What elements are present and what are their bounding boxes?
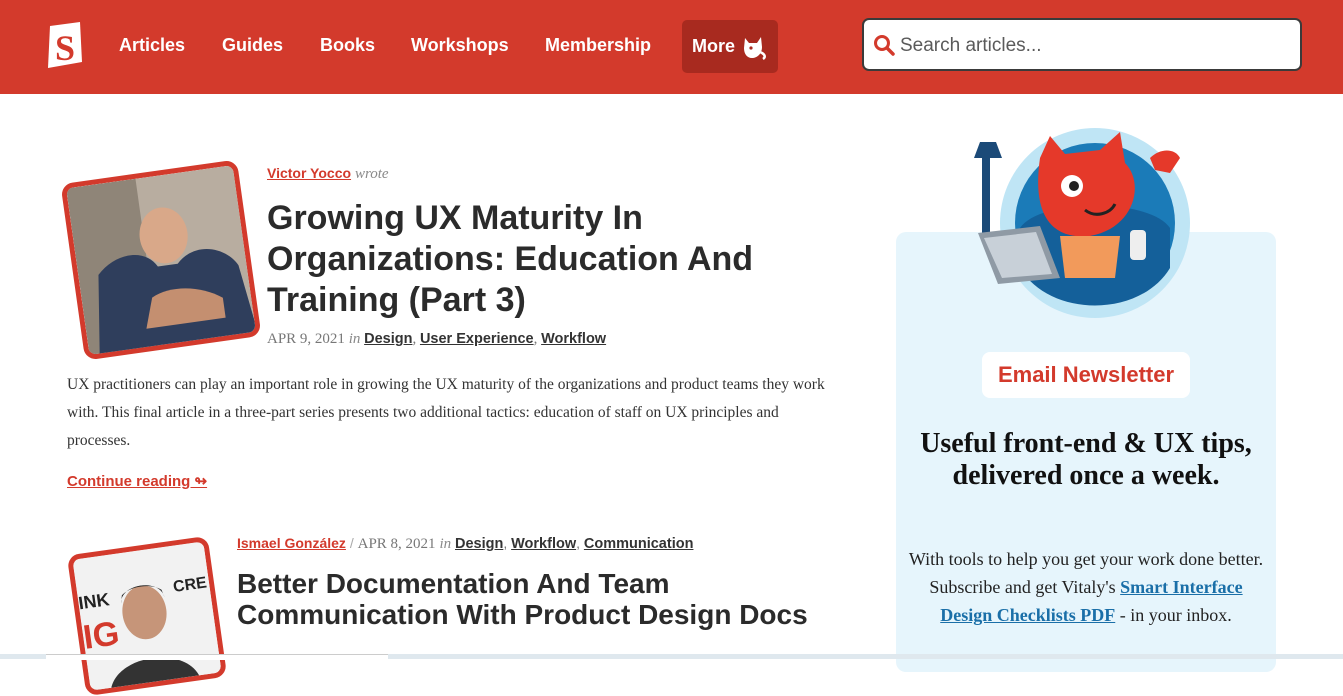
article-author-line: Ismael González / APR 8, 2021 in Design,… [237, 535, 694, 552]
svg-text:IG: IG [81, 614, 122, 657]
newsletter-mascot-illustration [974, 128, 1190, 318]
article-title[interactable]: Better Documentation And Team Communicat… [237, 568, 837, 630]
author-link[interactable]: Victor Yocco [267, 165, 351, 181]
author-photo: INK CRE IG [72, 541, 224, 693]
smashing-s-logo-icon[interactable]: S [44, 22, 86, 70]
cat-icon [744, 37, 766, 60]
nav-workshops[interactable]: Workshops [411, 35, 509, 59]
nav-more-button[interactable]: More [682, 20, 778, 73]
article-meta: APR 9, 2021 in Design, User Experience, … [267, 331, 607, 347]
search-box[interactable] [862, 18, 1302, 71]
category-link[interactable]: Communication [584, 536, 694, 552]
nav-articles[interactable]: Articles [119, 35, 185, 59]
category-link[interactable]: Workflow [541, 331, 606, 347]
nav-guides[interactable]: Guides [222, 35, 283, 59]
category-link[interactable]: User Experience [420, 331, 534, 347]
article-excerpt: UX practitioners can play an important r… [67, 376, 825, 449]
search-input[interactable] [898, 28, 1292, 64]
in-label: in [439, 536, 452, 552]
article-author-line: Victor Yocco wrote [267, 165, 389, 183]
article-title[interactable]: Growing UX Maturity In Organizations: Ed… [267, 198, 807, 321]
svg-text:S: S [55, 28, 75, 68]
nav-membership[interactable]: Membership [545, 35, 651, 59]
top-navigation-bar: S Articles Guides Books Workshops Member… [0, 0, 1343, 94]
author-suffix: wrote [354, 166, 389, 182]
author-photo [66, 164, 259, 357]
meta-separator: / [349, 535, 354, 551]
newsletter-description: With tools to help you get your work don… [906, 545, 1266, 629]
category-link[interactable]: Design [455, 536, 503, 552]
article-date: APR 8, 2021 [357, 536, 436, 552]
search-icon [874, 35, 895, 56]
nav-books[interactable]: Books [320, 35, 375, 59]
in-label: in [348, 331, 361, 347]
newsletter-badge: Email Newsletter [982, 352, 1190, 398]
svg-text:INK: INK [77, 589, 110, 613]
author-avatar[interactable] [60, 159, 262, 361]
category-link[interactable]: Workflow [511, 536, 576, 552]
bottom-popup-edge [46, 654, 388, 660]
author-avatar[interactable]: INK CRE IG [66, 535, 228, 696]
author-link[interactable]: Ismael González [237, 535, 346, 551]
continue-reading-link[interactable]: Continue reading ↬ [67, 472, 207, 490]
nav-more-label: More [692, 36, 736, 56]
category-link[interactable]: Design [364, 331, 412, 347]
newsletter-text-after: - in your inbox. [1115, 605, 1232, 625]
newsletter-heading: Useful front-end & UX tips, delivered on… [920, 428, 1252, 491]
article-date: APR 9, 2021 [267, 331, 345, 347]
